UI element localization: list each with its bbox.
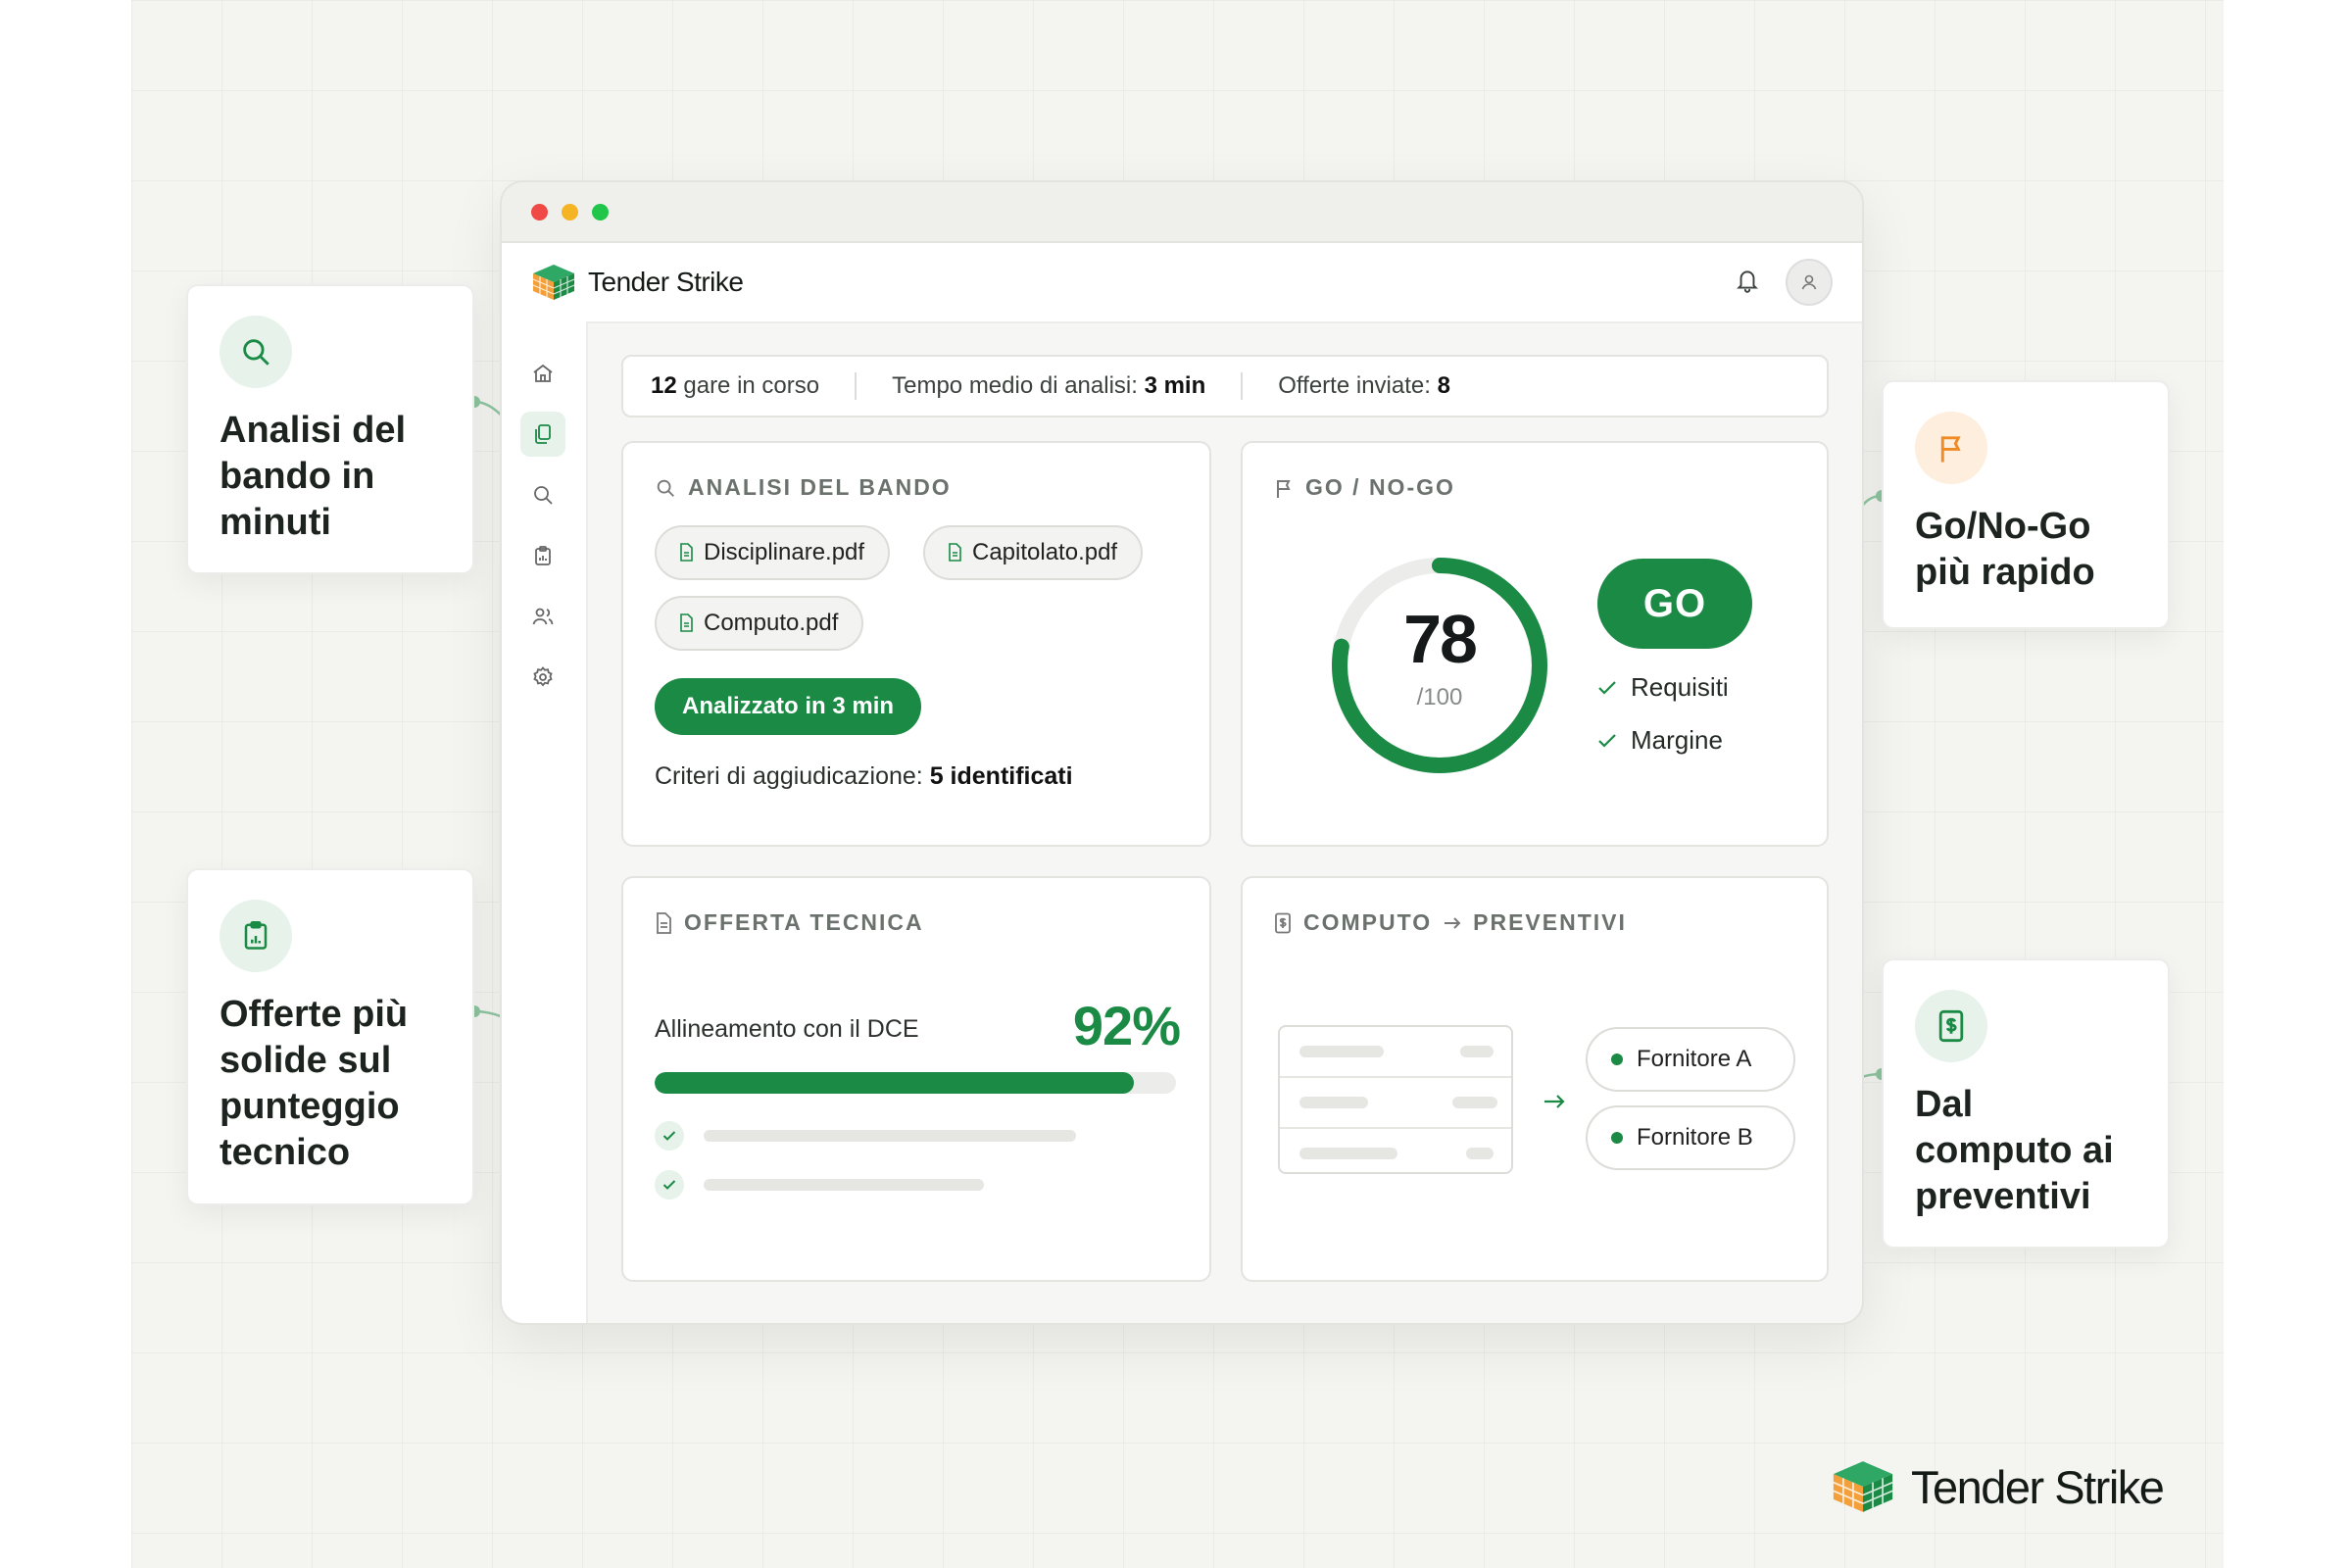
card-title: ANALISI DEL BANDO: [655, 474, 952, 501]
window-titlebar: [502, 182, 1862, 243]
file-icon: [680, 543, 693, 562]
minimize-window-button[interactable]: [562, 203, 578, 220]
user-icon: [1801, 274, 1817, 290]
receipt-icon: [1275, 912, 1291, 933]
alignment-progress-fill: [655, 1072, 1135, 1094]
callout-text: Analisi del bando in minuti: [220, 410, 407, 543]
card-go-nogo: GO / NO-GO 78 /100 GO Requisiti Margine: [1241, 441, 1829, 847]
status-dot: [1611, 1054, 1623, 1065]
score-value: 78: [1403, 601, 1478, 677]
go-decision-button[interactable]: GO: [1597, 559, 1752, 649]
check-icon: [1598, 733, 1616, 748]
card-title: GO / NO-GO: [1274, 474, 1455, 501]
table-row: [1280, 1027, 1511, 1078]
brand-name: Tender Strike: [588, 267, 744, 297]
flag-icon: [1277, 479, 1291, 498]
close-window-button[interactable]: [531, 203, 548, 220]
clipboard-icon: [535, 546, 551, 565]
document-icon: [657, 911, 671, 934]
search-icon: [534, 486, 553, 505]
home-icon: [533, 364, 553, 382]
file-chip[interactable]: Disciplinare.pdf: [655, 525, 891, 580]
card-offerta-tecnica: OFFERTA TECNICA Allineamento con il DCE …: [621, 876, 1211, 1282]
card-title: COMPUTO PREVENTIVI: [1274, 909, 1627, 936]
file-icon: [680, 613, 693, 632]
sidebar-item-users[interactable]: [520, 594, 565, 639]
callout-text: Dal computo ai preventivi: [1915, 1084, 2114, 1217]
sidebar-item-settings[interactable]: [520, 655, 565, 700]
check-item-margine: Margine: [1597, 725, 1723, 756]
file-icon: [949, 543, 961, 562]
callout-text: Go/No-Go più rapido: [1915, 506, 2095, 593]
file-chip[interactable]: Capitolato.pdf: [923, 525, 1144, 580]
stat-gare: 12 gare in corso: [651, 372, 820, 399]
file-chip[interactable]: Computo.pdf: [655, 596, 864, 651]
status-dot: [1611, 1132, 1623, 1144]
receipt-icon: [1915, 990, 1987, 1062]
callout-gonogo: Go/No-Go più rapido: [1882, 380, 2170, 629]
dashboard-main: 12 gare in corso Tempo medio di analisi:…: [586, 321, 1862, 1323]
card-computo-preventivi: COMPUTO PREVENTIVI Fornitore A Fornitore…: [1241, 876, 1829, 1282]
sidebar-item-home[interactable]: [520, 351, 565, 396]
app-header: Tender Strike: [502, 243, 1862, 323]
card-analisi-bando: ANALISI DEL BANDO Disciplinare.pdf Capit…: [621, 441, 1211, 847]
settings-icon: [533, 666, 553, 687]
stat-tempo: Tempo medio di analisi: 3 min: [892, 372, 1206, 399]
supplier-chip-b[interactable]: Fornitore B: [1586, 1105, 1795, 1170]
placeholder-line: [704, 1179, 984, 1191]
user-avatar[interactable]: [1786, 259, 1833, 306]
users-icon: [532, 608, 554, 625]
analysis-status-badge: Analizzato in 3 min: [655, 678, 922, 735]
maximize-window-button[interactable]: [592, 203, 609, 220]
footer-brand-logo: Tender Strike: [1831, 1458, 2165, 1515]
card-title: OFFERTA TECNICA: [655, 909, 924, 936]
stats-divider: [1241, 372, 1244, 400]
callout-text: Offerte più solide sul punteggio tecnico: [220, 994, 409, 1173]
alignment-percentage: 92%: [1072, 995, 1181, 1056]
sidebar-item-documents[interactable]: [520, 412, 565, 457]
cube-logo-icon: [1833, 1461, 1893, 1512]
clipboard-icon: [220, 900, 292, 972]
score-max: /100: [1416, 684, 1463, 710]
check-icon: [1598, 680, 1616, 695]
computo-table: [1278, 1025, 1513, 1174]
sidebar-item-clipboard[interactable]: [520, 533, 565, 578]
app-window: Tender Strike 12 gare in corso Tempo med…: [500, 180, 1864, 1325]
placeholder-line: [704, 1130, 1076, 1142]
check-icon: [655, 1121, 684, 1151]
table-row: [1280, 1078, 1511, 1129]
criteria-text: Criteri di aggiudicazione: 5 identificat…: [655, 762, 1073, 790]
sidebar-nav: [502, 321, 588, 1323]
cube-logo-icon: [532, 265, 575, 300]
sidebar-item-search[interactable]: [520, 472, 565, 517]
stats-divider: [855, 372, 858, 400]
callout-offerte: Offerte più solide sul punteggio tecnico: [186, 868, 474, 1205]
footer-brand-name: Tender Strike: [1911, 1460, 2165, 1513]
search-icon: [657, 479, 674, 497]
supplier-chip-a[interactable]: Fornitore A: [1586, 1027, 1795, 1092]
callout-analisi: Analisi del bando in minuti: [186, 284, 474, 574]
search-icon: [220, 316, 292, 388]
table-row: [1280, 1129, 1511, 1172]
flag-icon: [1915, 412, 1987, 484]
callout-computo: Dal computo ai preventivi: [1882, 958, 2170, 1249]
brand-logo[interactable]: Tender Strike: [531, 263, 744, 302]
arrow-right-icon: [1445, 916, 1461, 929]
check-icon: [655, 1170, 684, 1200]
alignment-label: Allineamento con il DCE: [655, 1015, 919, 1043]
documents-icon: [535, 424, 551, 444]
arrow-right-icon: [1544, 1095, 1565, 1108]
stats-bar: 12 gare in corso Tempo medio di analisi:…: [621, 355, 1829, 417]
stat-offerte: Offerte inviate: 8: [1278, 372, 1450, 399]
bell-icon[interactable]: [1735, 267, 1760, 299]
alignment-progress-bar: [655, 1072, 1176, 1094]
check-item-requisiti: Requisiti: [1597, 672, 1729, 703]
